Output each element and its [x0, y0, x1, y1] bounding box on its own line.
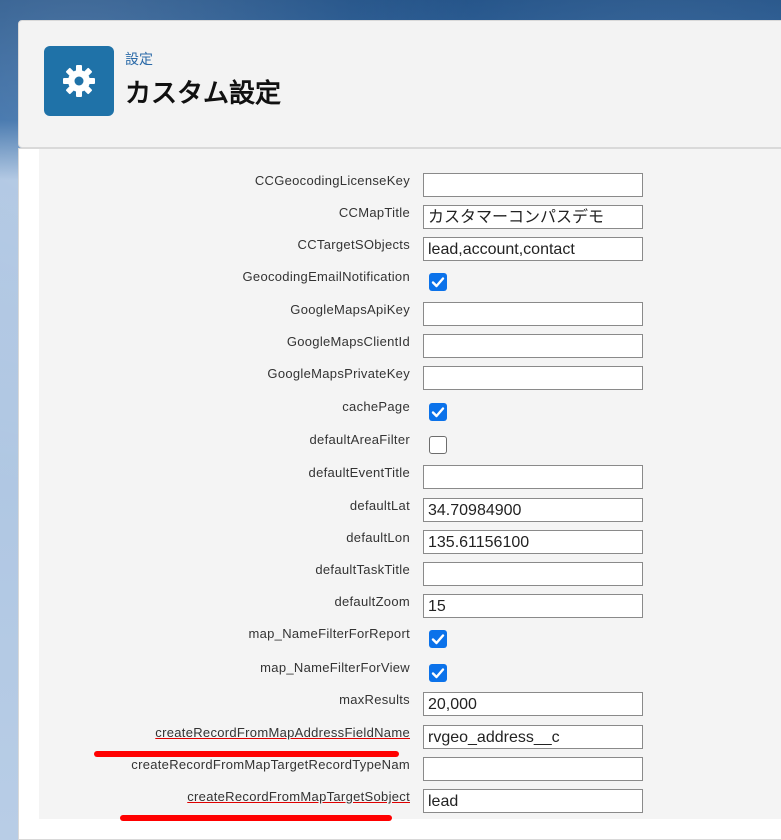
setting-input[interactable] — [423, 562, 643, 586]
setting-label: defaultLat — [349, 498, 410, 513]
setting-row: GoogleMapsClientId — [39, 330, 781, 362]
setting-row: defaultZoom 15 — [39, 590, 781, 622]
setting-label: createRecordFromMapTargetRecordTypeNam — [131, 757, 410, 772]
setting-row: createRecordFromMapAddressFieldName rvgeo… — [39, 721, 781, 757]
setting-label: GoogleMapsClientId — [286, 334, 410, 349]
setting-label: defaultAreaFilter — [309, 432, 410, 447]
setting-input[interactable]: 20,000 — [423, 692, 643, 716]
setting-row: maxResults 20,000 — [39, 688, 781, 720]
checkbox-checked[interactable] — [429, 630, 447, 648]
setting-label: map_NameFilterForView — [260, 660, 410, 675]
setting-row: GoogleMapsApiKey — [39, 298, 781, 330]
setting-input[interactable] — [423, 757, 643, 781]
checkbox-checked[interactable] — [429, 664, 447, 682]
setting-row: defaultLat 34.70984900 — [39, 494, 781, 526]
setting-row: map_NameFilterForView — [39, 656, 781, 688]
setting-input[interactable]: 34.70984900 — [423, 498, 643, 522]
setting-input[interactable]: カスタマーコンパスデモ — [423, 205, 643, 229]
page-header: 設定 カスタム設定 — [18, 20, 781, 148]
checkbox-checked[interactable] — [429, 403, 447, 421]
setting-input[interactable] — [423, 302, 643, 326]
setting-input[interactable]: rvgeo_address__c — [423, 725, 643, 749]
setting-label: CCGeocodingLicenseKey — [254, 173, 410, 188]
checkmark-icon — [431, 277, 445, 288]
setting-input[interactable] — [423, 465, 643, 489]
setting-input[interactable]: lead,account,contact — [423, 237, 643, 261]
setting-label: createRecordFromMapAddressFieldName — [155, 725, 410, 740]
setting-row: CCMapTitle カスタマーコンパスデモ — [39, 201, 781, 233]
setting-row: defaultEventTitle — [39, 461, 781, 493]
setting-input[interactable] — [423, 173, 643, 197]
setting-label: defaultEventTitle — [308, 465, 410, 480]
setting-label: GoogleMapsApiKey — [290, 302, 410, 317]
setting-label: createRecordFromMapTargetSobject — [187, 789, 410, 804]
setting-label: maxResults — [339, 692, 410, 707]
setting-label: defaultLon — [346, 530, 410, 545]
setting-label: defaultTaskTitle — [315, 562, 410, 577]
setting-label: defaultZoom — [334, 594, 410, 609]
setting-label: CCMapTitle — [338, 205, 410, 220]
setting-row: defaultTaskTitle — [39, 558, 781, 590]
setting-row: defaultLon 135.61156100 — [39, 526, 781, 558]
setting-row: GeocodingEmailNotification — [39, 265, 781, 297]
setting-label: CCTargetSObjects — [297, 237, 410, 252]
setting-row: map_NameFilterForReport — [39, 622, 781, 654]
setting-row: CCTargetSObjects lead,account,contact — [39, 233, 781, 265]
setting-row: defaultAreaFilter — [39, 428, 781, 460]
setting-row: cachePage — [39, 395, 781, 427]
header-icon-tile — [44, 46, 114, 116]
checkbox-unchecked[interactable] — [429, 436, 447, 454]
setting-input[interactable] — [423, 366, 643, 390]
gear-icon — [63, 65, 95, 97]
setting-row: createRecordFromMapTargetRecordTypeNam — [39, 753, 781, 785]
setting-label: cachePage — [342, 399, 410, 414]
checkmark-icon — [431, 634, 445, 645]
setting-row: CCGeocodingLicenseKey — [39, 169, 781, 201]
page-title: カスタム設定 — [125, 78, 282, 108]
checkmark-icon — [431, 407, 445, 418]
setting-row: createRecordFromMapTargetSobject lead — [39, 785, 781, 821]
setting-input[interactable]: 15 — [423, 594, 643, 618]
settings-list: CCGeocodingLicenseKey CCMapTitle カスタマーコンパス… — [39, 149, 781, 821]
setting-input[interactable] — [423, 334, 643, 358]
setting-label: GoogleMapsPrivateKey — [267, 366, 410, 381]
setting-input[interactable]: lead — [423, 789, 643, 813]
checkbox-checked[interactable] — [429, 273, 447, 291]
breadcrumb[interactable]: 設定 — [125, 49, 153, 69]
checkmark-icon — [431, 668, 445, 679]
setting-row: GoogleMapsPrivateKey — [39, 362, 781, 394]
setting-input[interactable]: 135.61156100 — [423, 530, 643, 554]
settings-panel: CCGeocodingLicenseKey CCMapTitle カスタマーコンパス… — [18, 148, 781, 840]
setting-label: map_NameFilterForReport — [248, 626, 410, 641]
setting-label: GeocodingEmailNotification — [242, 269, 410, 284]
highlight-underline — [120, 815, 392, 821]
